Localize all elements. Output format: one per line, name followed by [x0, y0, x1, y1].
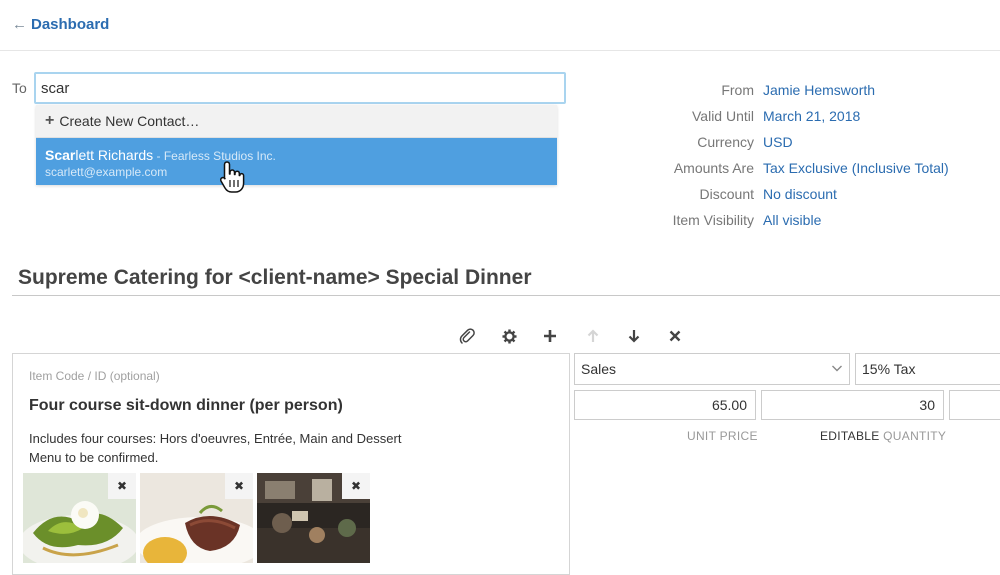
property-discount: Discount No discount: [560, 186, 1000, 206]
quantity-label-text: QUANTITY: [879, 429, 947, 443]
property-value-from[interactable]: Jamie Hemsworth: [763, 82, 875, 98]
close-icon: ✖: [116, 479, 128, 493]
back-arrow-icon: ←: [12, 16, 27, 33]
account-select[interactable]: Sales: [574, 353, 850, 385]
item-image-2[interactable]: ✖: [140, 473, 253, 563]
property-value-valid-until[interactable]: March 21, 2018: [763, 108, 860, 124]
close-icon[interactable]: [666, 327, 684, 345]
gear-icon[interactable]: [500, 327, 518, 345]
arrow-up-icon: [584, 327, 602, 345]
contact-email: scarlett@example.com: [45, 165, 168, 179]
item-code-field[interactable]: Item Code / ID (optional): [29, 369, 160, 383]
unit-price-label: UNIT PRICE: [687, 429, 758, 443]
account-select-value: Sales: [581, 361, 617, 377]
quantity-label: EDITABLE QUANTITY: [820, 429, 946, 443]
arrow-down-icon[interactable]: [625, 327, 643, 345]
property-label: From: [721, 82, 754, 98]
paperclip-icon[interactable]: [458, 327, 476, 345]
property-label: Discount: [699, 186, 754, 202]
line-total-field[interactable]: [949, 390, 1000, 420]
contact-suggestions-dropdown: + Create New Contact… Scarlett Richards …: [36, 105, 557, 185]
back-link-label: Dashboard: [31, 16, 110, 33]
property-from: From Jamie Hemsworth: [560, 82, 1000, 102]
top-bar: ← Dashboard: [0, 0, 1000, 51]
property-amounts-are: Amounts Are Tax Exclusive (Inclusive Tot…: [560, 160, 1000, 180]
property-label: Valid Until: [692, 108, 754, 124]
hand-pointer-icon: [219, 161, 245, 193]
remove-image-1-button[interactable]: ✖: [108, 473, 136, 499]
property-item-visibility: Item Visibility All visible: [560, 212, 1000, 232]
close-icon: ✖: [233, 479, 245, 493]
tax-select[interactable]: 15% Tax: [855, 353, 1000, 385]
chevron-down-icon: [831, 361, 843, 377]
title-divider: [12, 295, 1000, 296]
item-description[interactable]: Includes four courses: Hors d'oeuvres, E…: [29, 429, 401, 467]
editable-tag: EDITABLE: [820, 429, 880, 443]
contact-name-match: Scar: [45, 147, 76, 163]
property-label: Amounts Are: [673, 160, 754, 176]
create-new-contact-option[interactable]: + Create New Contact…: [36, 105, 557, 138]
item-image-3[interactable]: ✖: [257, 473, 370, 563]
property-value-item-visibility[interactable]: All visible: [763, 212, 821, 228]
back-to-dashboard-link[interactable]: ← Dashboard: [12, 16, 109, 33]
remove-image-2-button[interactable]: ✖: [225, 473, 253, 499]
item-name[interactable]: Four course sit-down dinner (per person): [29, 397, 343, 415]
line-item-card: Item Code / ID (optional) Four course si…: [12, 353, 570, 575]
create-new-contact-label: Create New Contact…: [59, 113, 200, 129]
property-value-currency[interactable]: USD: [763, 134, 793, 150]
property-currency: Currency USD: [560, 134, 1000, 154]
quantity-input[interactable]: 30: [761, 390, 944, 420]
item-image-1[interactable]: ✖: [23, 473, 136, 563]
remove-image-3-button[interactable]: ✖: [342, 473, 370, 499]
property-label: Currency: [697, 134, 754, 150]
tax-select-value: 15% Tax: [862, 361, 916, 377]
plus-icon[interactable]: [541, 327, 559, 345]
to-label: To: [12, 80, 27, 96]
property-label: Item Visibility: [672, 212, 754, 228]
contact-name-rest: lett Richards: [75, 147, 154, 163]
property-value-amounts-are[interactable]: Tax Exclusive (Inclusive Total): [763, 160, 949, 176]
property-value-discount[interactable]: No discount: [763, 186, 837, 202]
recipient-search-input[interactable]: [34, 72, 566, 104]
document-title[interactable]: Supreme Catering for <client-name> Speci…: [18, 266, 532, 290]
plus-icon: +: [45, 112, 55, 129]
contact-suggestion-item[interactable]: Scarlett Richards - Fearless Studios Inc…: [36, 138, 557, 185]
unit-price-input[interactable]: 65.00: [574, 390, 756, 420]
contact-company: - Fearless Studios Inc.: [153, 149, 276, 163]
property-valid-until: Valid Until March 21, 2018: [560, 108, 1000, 128]
close-icon: ✖: [350, 479, 362, 493]
